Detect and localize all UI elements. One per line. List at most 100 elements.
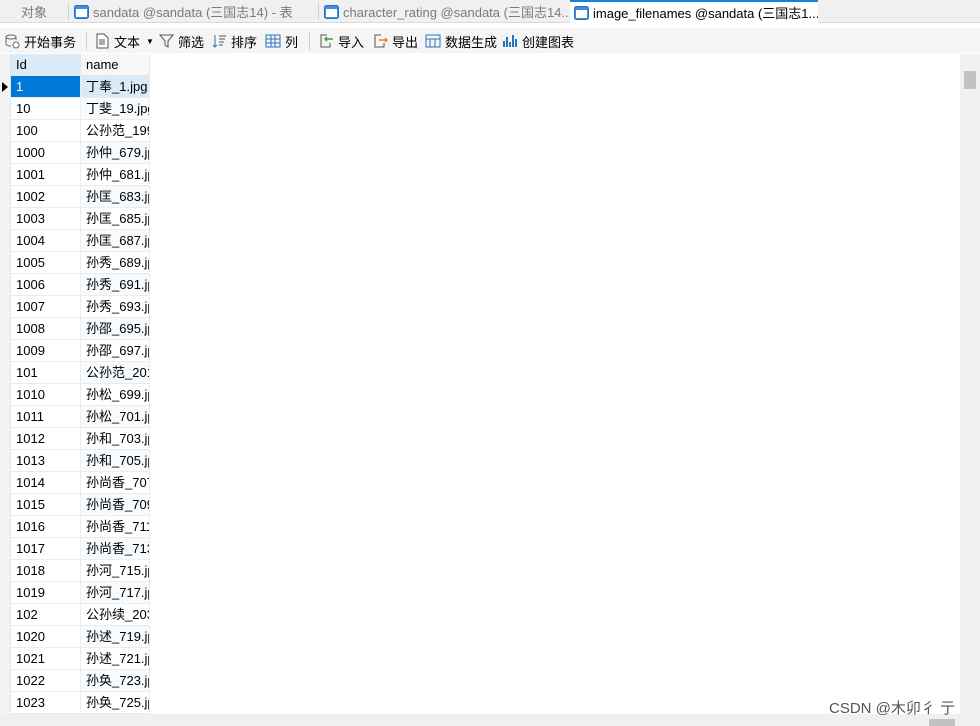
- toolbar-divider: [86, 32, 87, 50]
- cell-name[interactable]: 孙河_715.jp: [81, 560, 150, 582]
- cell-id[interactable]: 1004: [11, 230, 81, 252]
- toolbar: 开始事务 文本 ▼ 筛选 排序 列 导入 导出 数据生成 创建图表: [0, 28, 980, 53]
- cell-id[interactable]: 1: [11, 76, 81, 98]
- cell-id[interactable]: 102: [11, 604, 81, 626]
- data-generation-button[interactable]: 数据生成: [425, 31, 497, 51]
- cell-id[interactable]: 1001: [11, 164, 81, 186]
- cell-name[interactable]: 孙和_703.jp: [81, 428, 150, 450]
- cell-name[interactable]: 孙邵_697.jp: [81, 340, 150, 362]
- table-icon: [574, 5, 589, 20]
- cell-name[interactable]: 孙尚香_713: [81, 538, 150, 560]
- cell-name[interactable]: 孙尚香_711: [81, 516, 150, 538]
- cell-name[interactable]: 孙邵_695.jp: [81, 318, 150, 340]
- columns-button[interactable]: 列: [265, 31, 298, 51]
- cell-name[interactable]: 公孙续_203: [81, 604, 150, 626]
- cell-id[interactable]: 1021: [11, 648, 81, 670]
- columns-label: 列: [285, 34, 299, 50]
- cell-id[interactable]: 1012: [11, 428, 81, 450]
- tab-sandata[interactable]: sandata @sandata (三国志14) - 表: [70, 0, 318, 23]
- cell-id[interactable]: 1022: [11, 670, 81, 692]
- cell-name[interactable]: 公孙范_199: [81, 120, 150, 142]
- tab-divider: [68, 3, 69, 20]
- tab-divider: [318, 3, 319, 20]
- cell-name[interactable]: 孙河_717.jp: [81, 582, 150, 604]
- cell-id[interactable]: 101: [11, 362, 81, 384]
- cell-id[interactable]: 10: [11, 98, 81, 120]
- cell-name[interactable]: 孙和_705.jp: [81, 450, 150, 472]
- cell-id[interactable]: 1020: [11, 626, 81, 648]
- cell-id[interactable]: 1016: [11, 516, 81, 538]
- table-icon: [324, 4, 339, 19]
- tab-image-filenames[interactable]: image_filenames @sandata (三国志1...: [570, 0, 818, 23]
- create-chart-button[interactable]: 创建图表: [502, 31, 574, 51]
- cell-name[interactable]: 孙秀_691.jp: [81, 274, 150, 296]
- cell-id[interactable]: 1010: [11, 384, 81, 406]
- cell-name[interactable]: 孙松_701.jp: [81, 406, 150, 428]
- cell-name[interactable]: 孙秀_689.jp: [81, 252, 150, 274]
- cell-id[interactable]: 1007: [11, 296, 81, 318]
- cell-name[interactable]: 孙奂_723.jp: [81, 670, 150, 692]
- cell-id[interactable]: 1002: [11, 186, 81, 208]
- cell-name[interactable]: 孙秀_693.jp: [81, 296, 150, 318]
- tab-objects[interactable]: 对象: [0, 0, 68, 23]
- chevron-down-icon: ▼: [146, 36, 154, 46]
- cell-name[interactable]: 孙匡_687.jp: [81, 230, 150, 252]
- watermark: CSDN @木卯彳 亍: [829, 700, 956, 717]
- export-button[interactable]: 导出: [372, 31, 418, 51]
- cell-id[interactable]: 1008: [11, 318, 81, 340]
- data-generation-icon: [425, 34, 441, 48]
- cell-name[interactable]: 孙述_721.jp: [81, 648, 150, 670]
- import-icon: [320, 34, 333, 48]
- sort-button[interactable]: 排序: [212, 31, 257, 51]
- cell-id[interactable]: 1011: [11, 406, 81, 428]
- create-chart-label: 创建图表: [522, 34, 575, 50]
- table-icon: [74, 4, 89, 19]
- cell-id[interactable]: 1023: [11, 692, 81, 714]
- sort-label: 排序: [231, 34, 258, 50]
- cell-id[interactable]: 1019: [11, 582, 81, 604]
- cell-name[interactable]: 丁奉_1.jpg: [81, 76, 150, 98]
- cell-name[interactable]: 孙尚香_709: [81, 494, 150, 516]
- begin-transaction-button[interactable]: 开始事务: [4, 31, 76, 51]
- columns-icon: [265, 34, 281, 48]
- cell-id[interactable]: 100: [11, 120, 81, 142]
- cell-id[interactable]: 1017: [11, 538, 81, 560]
- text-label: 文本: [114, 34, 141, 50]
- column-header-id[interactable]: Id: [11, 54, 81, 76]
- cell-name[interactable]: 孙尚香_707: [81, 472, 150, 494]
- cell-id[interactable]: 1003: [11, 208, 81, 230]
- tab-character-rating[interactable]: character_rating @sandata (三国志14...: [320, 0, 568, 23]
- cell-id[interactable]: 1013: [11, 450, 81, 472]
- import-label: 导入: [338, 34, 365, 50]
- import-button[interactable]: 导入: [318, 31, 364, 51]
- column-header-name[interactable]: name: [81, 54, 150, 76]
- data-generation-label: 数据生成: [445, 34, 498, 50]
- cell-id[interactable]: 1006: [11, 274, 81, 296]
- export-label: 导出: [392, 34, 419, 50]
- scrollbar-thumb-horizontal[interactable]: [929, 719, 955, 726]
- cell-name[interactable]: 孙匡_685.jp: [81, 208, 150, 230]
- row-indicator-column: [0, 54, 11, 714]
- data-grid[interactable]: Id name 1 丁奉_1.jpg 10 丁斐_19.jpg 100 公孙范_199 10…: [0, 54, 960, 714]
- cell-id[interactable]: 1018: [11, 560, 81, 582]
- horizontal-scrollbar[interactable]: [0, 714, 960, 726]
- scrollbar-thumb[interactable]: [964, 71, 976, 89]
- cell-name[interactable]: 公孙范_201: [81, 362, 150, 384]
- cell-id[interactable]: 1005: [11, 252, 81, 274]
- filter-button[interactable]: 筛选: [159, 31, 204, 51]
- tab-label: sandata @sandata (三国志14) - 表: [93, 5, 293, 20]
- text-button[interactable]: 文本 ▼: [95, 31, 154, 51]
- vertical-scrollbar[interactable]: [960, 54, 980, 726]
- cell-name[interactable]: 丁斐_19.jpg: [81, 98, 150, 120]
- cell-name[interactable]: 孙松_699.jp: [81, 384, 150, 406]
- cell-id[interactable]: 1000: [11, 142, 81, 164]
- cell-name[interactable]: 孙匡_683.jp: [81, 186, 150, 208]
- cell-id[interactable]: 1009: [11, 340, 81, 362]
- cell-name[interactable]: 孙仲_681.jp: [81, 164, 150, 186]
- cell-name[interactable]: 孙述_719.jp: [81, 626, 150, 648]
- cell-name[interactable]: 孙仲_679.jp: [81, 142, 150, 164]
- cell-id[interactable]: 1015: [11, 494, 81, 516]
- cell-name[interactable]: 孙奂_725.jp: [81, 692, 150, 714]
- begin-transaction-label: 开始事务: [24, 34, 77, 50]
- cell-id[interactable]: 1014: [11, 472, 81, 494]
